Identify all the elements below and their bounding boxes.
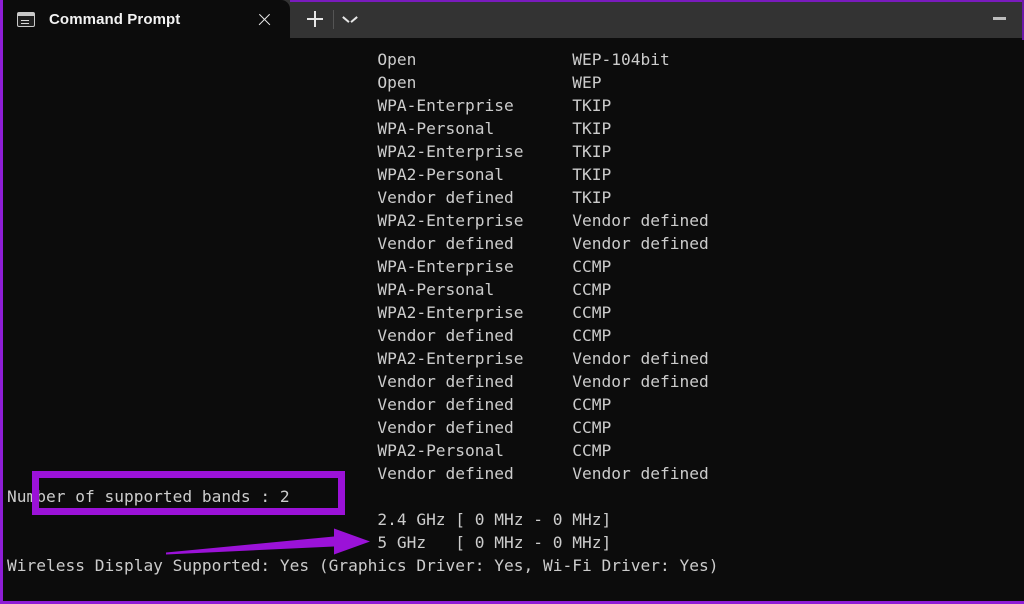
chevron-down-icon xyxy=(344,15,357,23)
tab-command-prompt[interactable]: Command Prompt xyxy=(3,0,290,38)
minimize-icon xyxy=(992,16,1006,20)
window-border-left xyxy=(0,0,3,604)
command-prompt-window: Open WEP-104bit Open WEP WPA-Enterprise … xyxy=(0,0,1024,604)
tab-dropdown-button[interactable] xyxy=(334,0,366,38)
terminal-output-area[interactable]: Open WEP-104bit Open WEP WPA-Enterprise … xyxy=(3,38,1022,601)
new-tab-button[interactable] xyxy=(298,0,332,38)
window-border-top xyxy=(290,0,1024,2)
close-icon-glyph xyxy=(257,12,272,27)
tab-title-label: Command Prompt xyxy=(49,10,181,28)
close-icon[interactable] xyxy=(252,7,276,31)
minimize-button[interactable] xyxy=(976,0,1022,36)
console-icon xyxy=(17,11,35,27)
console-text: Open WEP-104bit Open WEP WPA-Enterprise … xyxy=(7,50,719,575)
plus-icon xyxy=(307,11,323,27)
title-bar: Command Prompt xyxy=(0,0,1024,38)
